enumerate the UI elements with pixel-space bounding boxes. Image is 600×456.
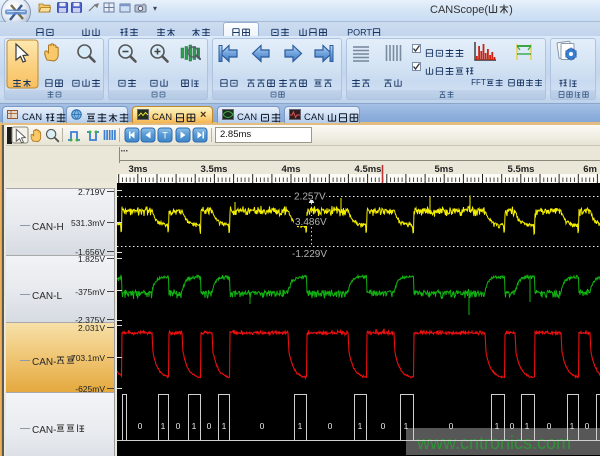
svg-text:3ms: 3ms — [128, 164, 147, 175]
svg-text:0: 0 — [449, 421, 454, 431]
svg-text:3.5ms: 3.5ms — [201, 164, 228, 175]
svg-text:0: 0 — [381, 421, 386, 431]
svg-text:1: 1 — [298, 421, 303, 431]
svg-text:0: 0 — [510, 421, 515, 431]
svg-text:3.486V: 3.486V — [295, 217, 327, 228]
svg-text:0: 0 — [547, 421, 552, 431]
svg-text:1: 1 — [404, 421, 409, 431]
svg-text:4.5ms: 4.5ms — [355, 164, 382, 175]
svg-text:5.5ms: 5.5ms — [508, 164, 535, 175]
svg-text:1: 1 — [222, 421, 227, 431]
svg-text:1: 1 — [161, 421, 166, 431]
svg-text:2.257V: 2.257V — [294, 192, 326, 203]
svg-text:1: 1 — [192, 421, 197, 431]
svg-text:1: 1 — [570, 421, 575, 431]
svg-text:0: 0 — [260, 421, 265, 431]
svg-text:-1.229V: -1.229V — [292, 249, 327, 260]
svg-text:4ms: 4ms — [281, 164, 300, 175]
svg-text:1: 1 — [358, 421, 363, 431]
svg-text:T: T — [162, 131, 168, 141]
svg-text:6m: 6m — [583, 164, 597, 175]
svg-text:0: 0 — [176, 421, 181, 431]
svg-text:0: 0 — [207, 421, 212, 431]
svg-text:0: 0 — [138, 421, 143, 431]
svg-text:1: 1 — [525, 421, 530, 431]
svg-text:0: 0 — [328, 421, 333, 431]
svg-text:0: 0 — [585, 421, 590, 431]
svg-text:5ms: 5ms — [434, 164, 453, 175]
svg-text:www.cntronics.com: www.cntronics.com — [416, 433, 571, 453]
svg-text:1: 1 — [495, 421, 500, 431]
